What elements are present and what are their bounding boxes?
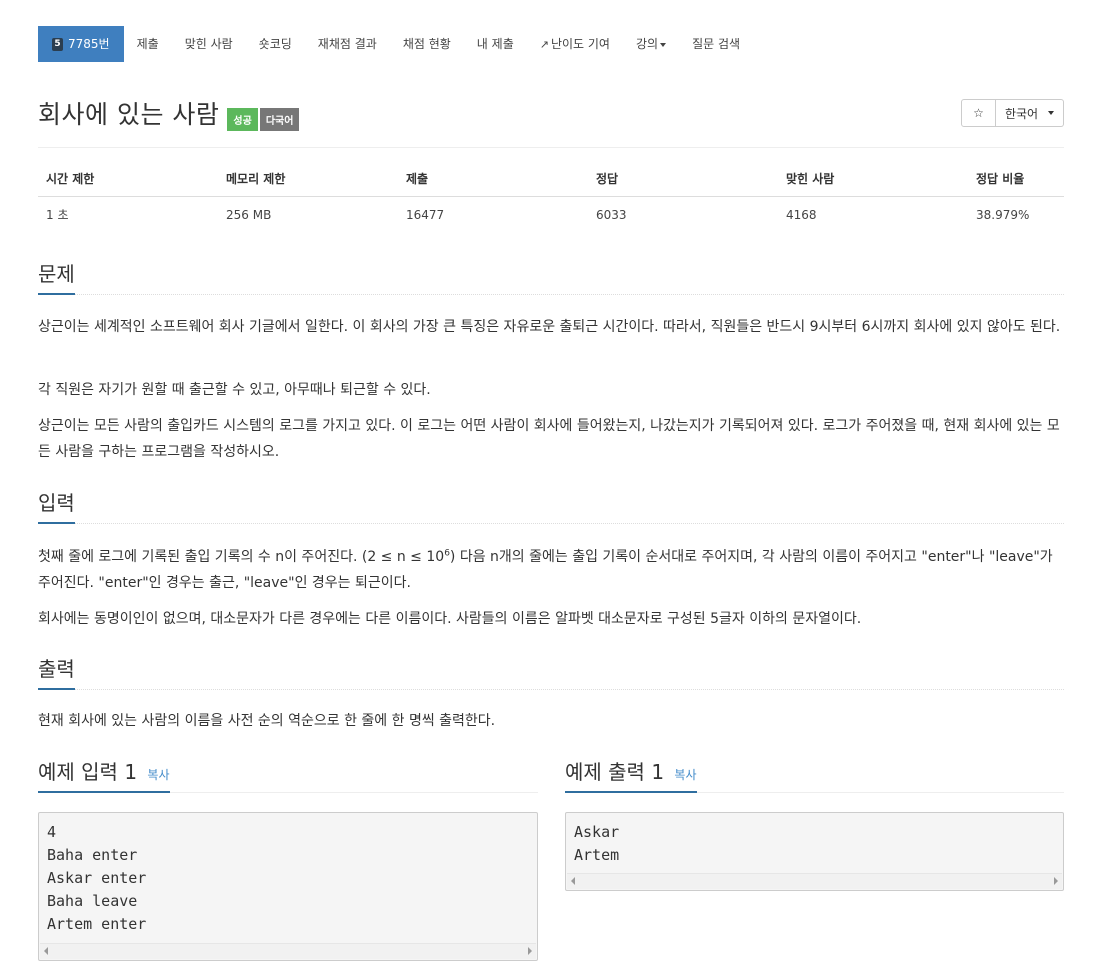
input-section-header: 입력: [38, 487, 1064, 524]
page-title: 회사에 있는 사람: [38, 100, 220, 129]
output-section-header: 출력: [38, 653, 1064, 690]
external-link-icon: ↗: [539, 38, 549, 51]
tier-badge-icon: 5: [52, 37, 63, 51]
input-text-a: 첫째 줄에 로그에 기록된 출입 기록의 수 n이 주어진다. (2 ≤ n ≤…: [38, 549, 445, 565]
problem-info-table: 시간 제한 메모리 제한 제출 정답 맞힌 사람 정답 비율 1 초 256 M…: [38, 168, 1064, 232]
nav-problem-number[interactable]: 5 7785번: [38, 26, 124, 62]
horizontal-scrollbar[interactable]: [40, 943, 536, 959]
divider: [38, 689, 1064, 690]
sample-output-title: 예제 출력 1: [565, 760, 665, 784]
language-label: 한국어: [1004, 106, 1039, 121]
problem-title-row: 회사에 있는 사람 성공 다국어: [38, 95, 300, 131]
copy-sample-output-button[interactable]: 복사: [674, 768, 696, 782]
nav-submit[interactable]: 제출: [124, 26, 172, 62]
output-paragraph: 현재 회사에 있는 사람의 이름을 사전 순의 역순으로 한 줄에 한 명씩 출…: [38, 713, 496, 729]
language-dropdown[interactable]: 한국어: [996, 99, 1064, 127]
divider: [38, 294, 1064, 295]
divider: [38, 147, 1064, 148]
nav-short-coding[interactable]: 숏코딩: [246, 26, 305, 62]
multilang-badge: 다국어: [259, 107, 300, 131]
sample-output-box[interactable]: Askar Artem: [565, 812, 1064, 891]
input-heading: 입력: [38, 487, 75, 524]
nav-lectures[interactable]: 강의: [623, 26, 679, 62]
sample-input-content: 4 Baha enter Askar enter Baha leave Arte…: [47, 823, 147, 933]
lectures-label: 강의: [635, 37, 659, 51]
sample-input-header: 예제 입력 1 복사: [38, 756, 538, 793]
nav-solved-users[interactable]: 맞힌 사람: [172, 26, 246, 62]
nav-difficulty-contribution[interactable]: ↗ 난이도 기여: [527, 26, 623, 62]
sample-output-heading: 예제 출력 1 복사: [565, 756, 697, 793]
accepted-value: 6033: [596, 207, 627, 222]
col-solved-users: 맞힌 사람: [778, 168, 968, 197]
scroll-left-icon[interactable]: [44, 947, 48, 955]
accept-rate-value: 38.979%: [976, 207, 1030, 222]
col-memory-limit: 메모리 제한: [218, 168, 398, 197]
chevron-down-icon: [1048, 111, 1055, 115]
copy-sample-input-button[interactable]: 복사: [147, 768, 169, 782]
problem-paragraph-3: 상근이는 모든 사람의 출입카드 시스템의 로그를 가지고 있다. 이 로그는 …: [38, 418, 1060, 460]
memory-limit-value: 256 MB: [226, 207, 272, 222]
star-button[interactable]: ☆: [961, 99, 996, 127]
nav-status[interactable]: 채점 현황: [390, 26, 464, 62]
problem-section-header: 문제: [38, 258, 1064, 295]
output-heading: 출력: [38, 653, 75, 690]
difficulty-label: 난이도 기여: [550, 37, 610, 51]
table-row: 1 초 256 MB 16477 6033 4168 38.979%: [38, 197, 1064, 233]
sample-input-box[interactable]: 4 Baha enter Askar enter Baha leave Arte…: [38, 812, 538, 961]
col-accepted: 정답: [588, 168, 778, 197]
nav-my-submissions[interactable]: 내 제출: [464, 26, 527, 62]
problem-paragraph-2: 각 직원은 자기가 원할 때 출근할 수 있고, 아무때나 퇴근할 수 있다.: [38, 382, 431, 398]
problem-paragraph-1: 상근이는 세계적인 소프트웨어 회사 기글에서 일한다. 이 회사의 가장 큰 …: [38, 319, 1061, 335]
nav-rejudge-results[interactable]: 재채점 결과: [305, 26, 390, 62]
problem-nav: 5 7785번 제출 맞힌 사람 숏코딩 재채점 결과 채점 현황 내 제출 ↗…: [38, 26, 753, 62]
horizontal-scrollbar[interactable]: [567, 873, 1062, 889]
col-accept-rate: 정답 비율: [968, 168, 1064, 197]
sample-output-header: 예제 출력 1 복사: [565, 756, 1064, 793]
title-actions: ☆ 한국어: [961, 99, 1064, 127]
sample-input-title: 예제 입력 1: [38, 760, 138, 784]
table-header-row: 시간 제한 메모리 제한 제출 정답 맞힌 사람 정답 비율: [38, 168, 1064, 197]
scroll-right-icon[interactable]: [528, 947, 532, 955]
problem-number-label: 7785번: [68, 37, 110, 51]
divider: [38, 523, 1064, 524]
col-submissions: 제출: [398, 168, 588, 197]
time-limit-value: 1 초: [46, 208, 69, 222]
sample-output-content: Askar Artem: [574, 823, 620, 864]
star-icon: ☆: [973, 106, 984, 120]
submissions-value: 16477: [406, 207, 445, 222]
problem-heading: 문제: [38, 258, 75, 295]
scroll-left-icon[interactable]: [571, 877, 575, 885]
scroll-right-icon[interactable]: [1054, 877, 1058, 885]
nav-question-search[interactable]: 질문 검색: [679, 26, 753, 62]
chevron-down-icon: [660, 42, 667, 47]
input-paragraph-2: 회사에는 동명이인이 없으며, 대소문자가 다른 경우에는 다른 이름이다. 사…: [38, 611, 862, 627]
col-time-limit: 시간 제한: [38, 168, 218, 197]
solved-users-value: 4168: [786, 207, 817, 222]
input-paragraph-1: 첫째 줄에 로그에 기록된 출입 기록의 수 n이 주어진다. (2 ≤ n ≤…: [38, 544, 1064, 596]
sample-input-heading: 예제 입력 1 복사: [38, 756, 170, 793]
success-badge: 성공: [227, 107, 258, 131]
